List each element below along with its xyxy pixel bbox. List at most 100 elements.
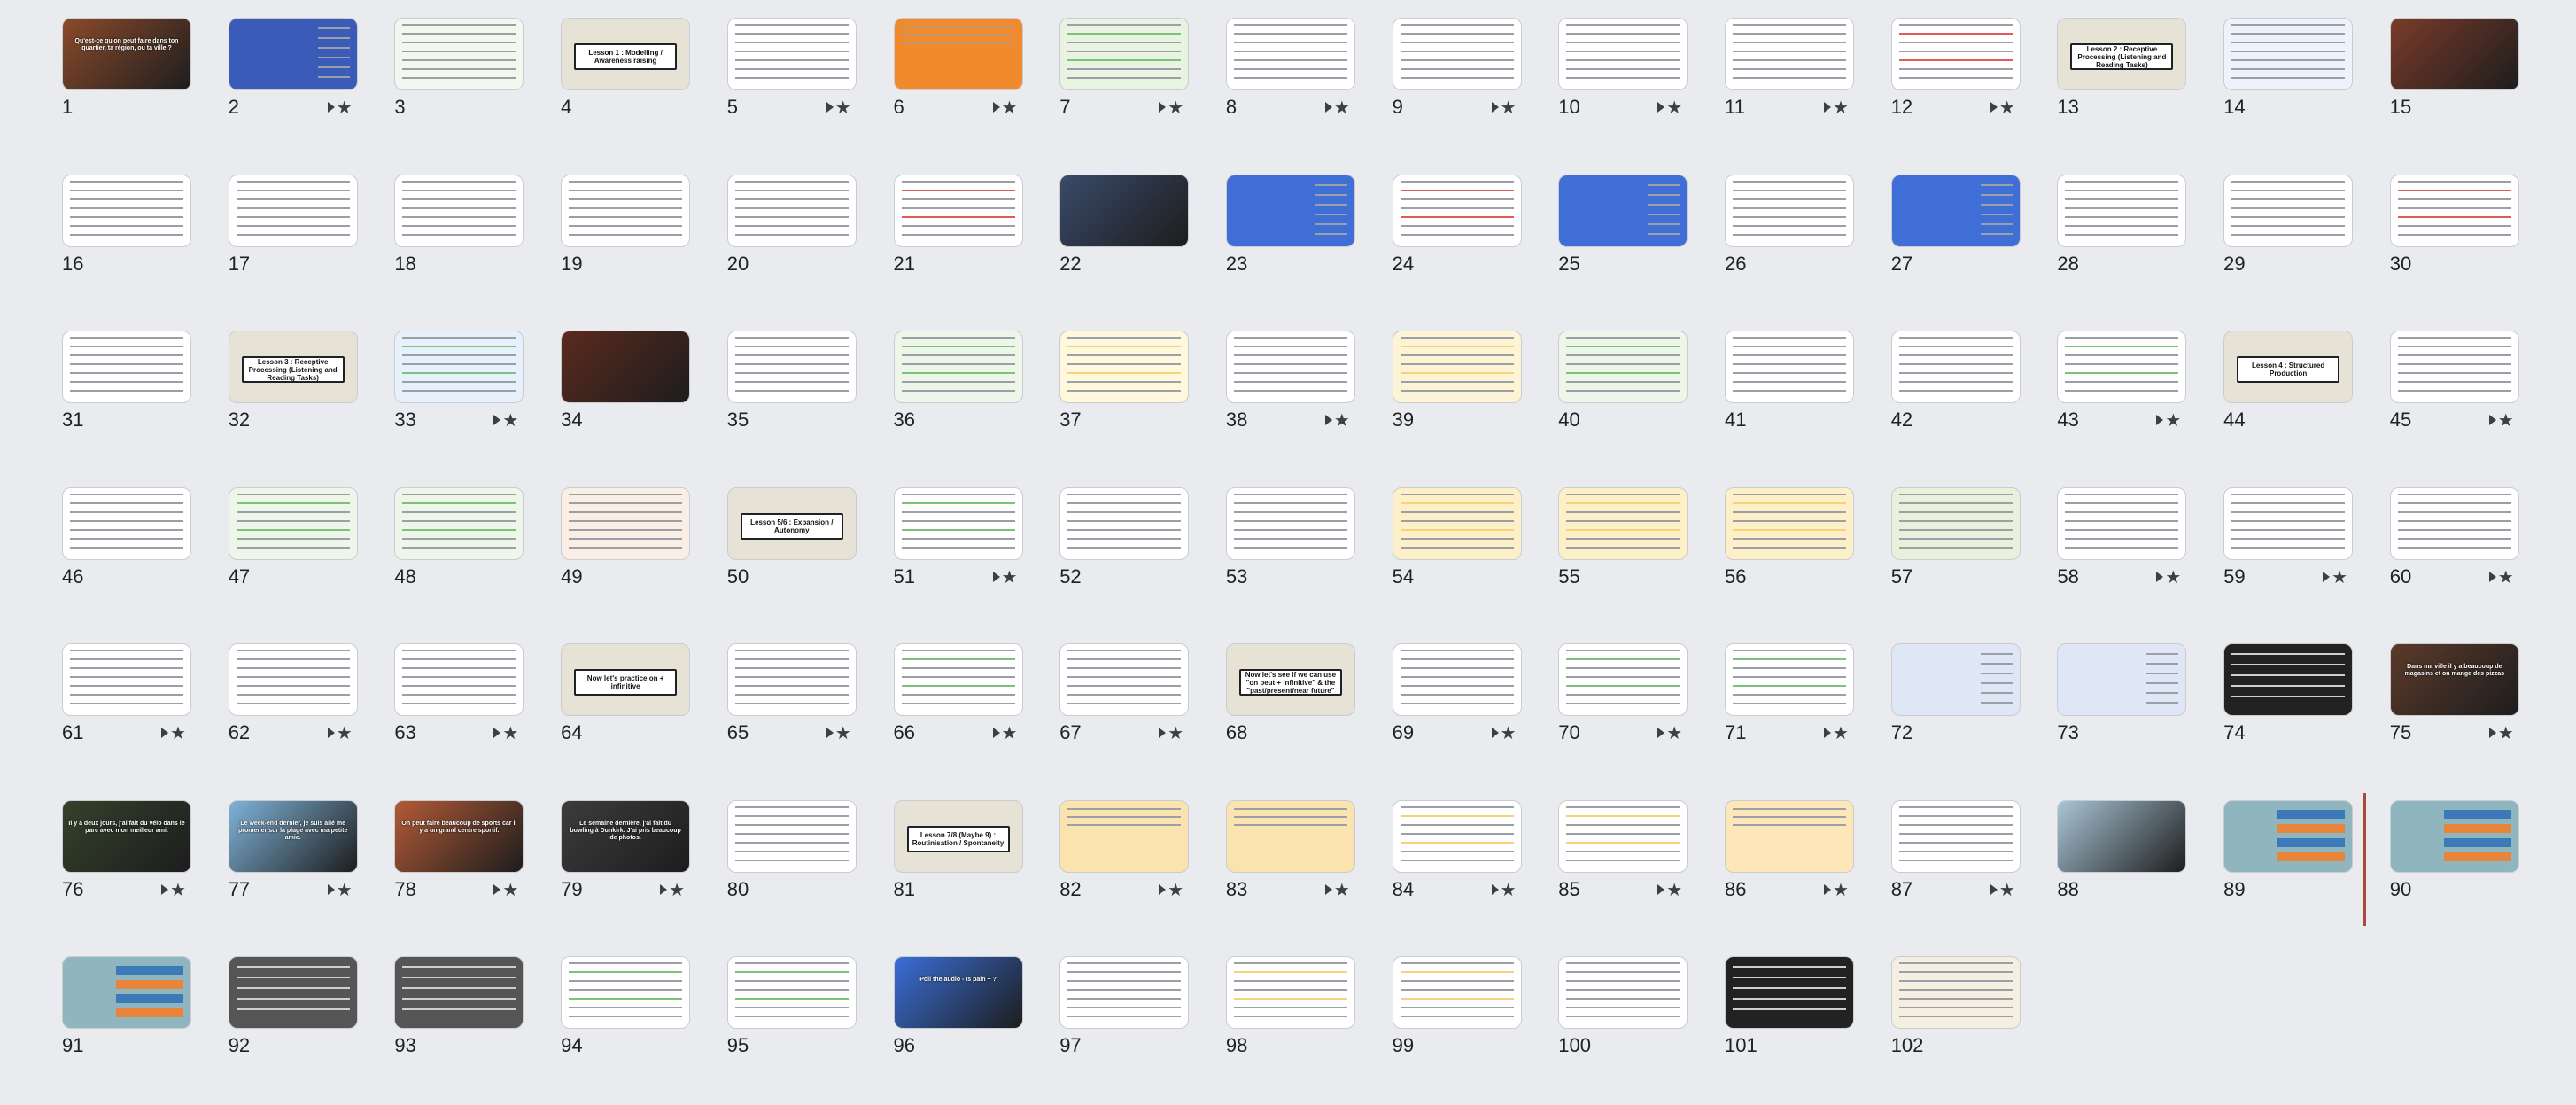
slide-thumbnail[interactable] <box>893 643 1023 716</box>
slide-thumbnail[interactable] <box>1725 18 1854 90</box>
slide-thumbnail[interactable] <box>2389 174 2519 247</box>
slide-thumbnail[interactable] <box>726 18 857 90</box>
slide-thumbnail[interactable] <box>726 799 857 873</box>
slide-thumbnail[interactable] <box>394 18 524 90</box>
slide-thumbnail[interactable] <box>893 18 1023 90</box>
slide-thumbnail[interactable] <box>1558 331 1688 403</box>
slide-thumbnail[interactable] <box>2223 799 2354 873</box>
slide-thumbnail[interactable] <box>62 643 191 716</box>
slide-thumbnail[interactable] <box>893 486 1023 560</box>
slide-thumbnail[interactable] <box>394 331 524 403</box>
slide-thumbnail[interactable] <box>1890 486 2021 560</box>
slide-thumbnail[interactable]: Il y a deux jours, j'ai fait du vélo dan… <box>62 799 191 873</box>
slide-thumbnail[interactable] <box>228 174 358 247</box>
slide-thumbnail[interactable]: Lesson 4 : Structured Production <box>2223 331 2354 403</box>
slide-thumbnail[interactable] <box>1225 486 1355 560</box>
slide-thumbnail[interactable] <box>394 486 524 560</box>
slide-thumbnail[interactable] <box>1392 956 1522 1029</box>
slide-thumbnail[interactable] <box>2057 331 2187 403</box>
slide-thumbnail[interactable] <box>1558 956 1688 1029</box>
slide-thumbnail[interactable] <box>1392 18 1522 90</box>
slide-thumbnail[interactable] <box>1059 486 1190 560</box>
slide-thumbnail[interactable] <box>1725 174 1854 247</box>
slide-thumbnail[interactable] <box>62 174 191 247</box>
slide-thumbnail[interactable] <box>394 643 524 716</box>
slide-thumbnail[interactable]: Lesson 7/8 (Maybe 9) : Routinisation / S… <box>893 799 1023 873</box>
slide-thumbnail[interactable] <box>2057 174 2187 247</box>
slide-thumbnail[interactable]: Now let's see if we can use "on peut + i… <box>1225 643 1355 716</box>
slide-thumbnail[interactable] <box>1890 956 2021 1029</box>
slide-thumbnail[interactable] <box>893 331 1023 403</box>
slide-thumbnail[interactable] <box>62 331 191 403</box>
slide-thumbnail[interactable] <box>1725 799 1854 873</box>
slide-thumbnail[interactable] <box>1059 799 1190 873</box>
slide-thumbnail[interactable] <box>1890 18 2021 90</box>
slide-thumbnail[interactable] <box>1558 174 1688 247</box>
slide-thumbnail[interactable] <box>62 486 191 560</box>
slide-thumbnail[interactable] <box>2389 18 2519 90</box>
slide-thumbnail[interactable] <box>1059 643 1190 716</box>
slide-thumbnail[interactable] <box>2223 643 2354 716</box>
slide-thumbnail[interactable] <box>1059 956 1190 1029</box>
slide-thumbnail[interactable] <box>1225 799 1355 873</box>
slide-thumbnail[interactable] <box>2389 799 2519 873</box>
slide-thumbnail[interactable] <box>1558 18 1688 90</box>
slide-thumbnail[interactable] <box>1558 486 1688 560</box>
slide-thumbnail[interactable] <box>1890 799 2021 873</box>
slide-thumbnail[interactable] <box>2057 799 2187 873</box>
slide-thumbnail[interactable] <box>561 331 691 403</box>
slide-thumbnail[interactable]: Dans ma ville il y a beaucoup de magasin… <box>2389 643 2519 716</box>
slide-thumbnail[interactable] <box>2223 486 2354 560</box>
slide-thumbnail[interactable]: Le week-end dernier, je suis allé me pro… <box>228 799 358 873</box>
slide-thumbnail[interactable] <box>726 174 857 247</box>
slide-thumbnail[interactable]: Poll the audio - Is pain + ? <box>893 956 1023 1029</box>
slide-thumbnail[interactable] <box>1890 643 2021 716</box>
slide-thumbnail[interactable] <box>2223 174 2354 247</box>
slide-thumbnail[interactable] <box>561 174 691 247</box>
slide-thumbnail[interactable] <box>1558 799 1688 873</box>
slide-thumbnail[interactable] <box>1059 18 1190 90</box>
slide-thumbnail[interactable] <box>62 956 191 1029</box>
slide-thumbnail[interactable] <box>2389 331 2519 403</box>
slide-thumbnail[interactable] <box>228 956 358 1029</box>
slide-thumbnail[interactable] <box>1059 174 1190 247</box>
slide-thumbnail[interactable] <box>726 643 857 716</box>
slide-thumbnail[interactable] <box>1225 18 1355 90</box>
slide-thumbnail[interactable] <box>394 956 524 1029</box>
slide-thumbnail[interactable] <box>561 956 691 1029</box>
slide-thumbnail[interactable] <box>2057 643 2187 716</box>
slide-thumbnail[interactable]: On peut faire beaucoup de sports car il … <box>394 799 524 873</box>
slide-thumbnail[interactable] <box>1059 331 1190 403</box>
slide-thumbnail[interactable] <box>2223 18 2354 90</box>
slide-thumbnail[interactable] <box>394 174 524 247</box>
slide-thumbnail[interactable] <box>1725 956 1854 1029</box>
slide-thumbnail[interactable] <box>2389 486 2519 560</box>
slide-thumbnail[interactable] <box>1392 486 1522 560</box>
slide-thumbnail[interactable] <box>1890 174 2021 247</box>
slide-thumbnail[interactable] <box>1392 174 1522 247</box>
slide-thumbnail[interactable] <box>561 486 691 560</box>
slide-thumbnail[interactable] <box>1392 643 1522 716</box>
slide-thumbnail[interactable]: Now let's practice on + infinitive <box>561 643 691 716</box>
slide-thumbnail[interactable]: Lesson 1 : Modelling / Awareness raising <box>561 18 691 90</box>
slide-thumbnail[interactable] <box>1392 799 1522 873</box>
slide-thumbnail[interactable] <box>893 174 1023 247</box>
slide-thumbnail[interactable] <box>726 956 857 1029</box>
slide-thumbnail[interactable] <box>228 18 358 90</box>
slide-thumbnail[interactable]: Le semaine dernière, j'ai fait du bowlin… <box>561 799 691 873</box>
slide-thumbnail[interactable] <box>228 643 358 716</box>
slide-thumbnail[interactable]: Lesson 2 : Receptive Processing (Listeni… <box>2057 18 2187 90</box>
slide-thumbnail[interactable] <box>1225 331 1355 403</box>
slide-thumbnail[interactable]: Lesson 3 : Receptive Processing (Listeni… <box>228 331 358 403</box>
slide-thumbnail[interactable] <box>2057 486 2187 560</box>
slide-thumbnail[interactable] <box>1558 643 1688 716</box>
slide-thumbnail[interactable] <box>1225 956 1355 1029</box>
slide-thumbnail[interactable] <box>1725 486 1854 560</box>
slide-thumbnail[interactable] <box>726 331 857 403</box>
slide-thumbnail[interactable] <box>1725 643 1854 716</box>
slide-thumbnail[interactable] <box>228 486 358 560</box>
slide-thumbnail[interactable] <box>1392 331 1522 403</box>
slide-thumbnail[interactable] <box>1725 331 1854 403</box>
slide-thumbnail[interactable] <box>1225 174 1355 247</box>
slide-thumbnail[interactable] <box>1890 331 2021 403</box>
